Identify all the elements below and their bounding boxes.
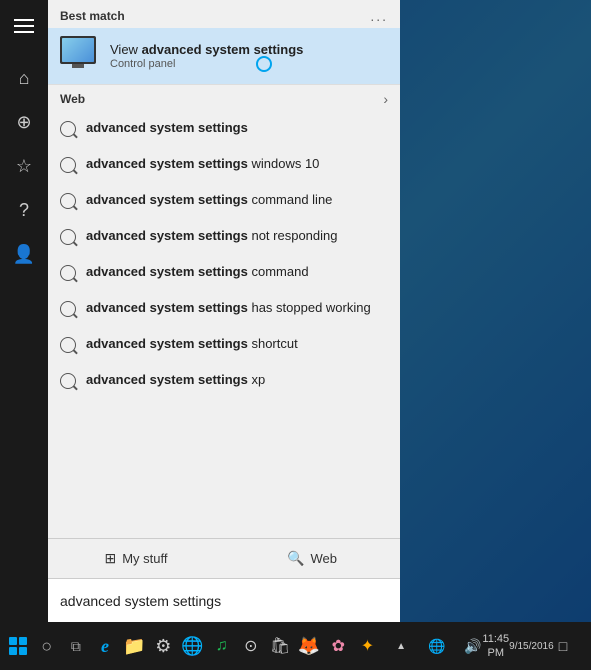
start-button[interactable] bbox=[4, 626, 31, 666]
web-tab-label: Web bbox=[310, 551, 337, 566]
search-result-icon bbox=[60, 229, 76, 245]
sidebar-person-icon[interactable]: 👤 bbox=[6, 236, 42, 272]
list-item[interactable]: advanced system settings command bbox=[48, 257, 400, 293]
taskbar-taskview-button[interactable]: ⧉ bbox=[62, 626, 89, 666]
result-text: advanced system settings bbox=[86, 119, 248, 137]
store-taskbar-icon[interactable]: 🛍 bbox=[266, 626, 293, 666]
result-text: advanced system settings shortcut bbox=[86, 335, 298, 353]
web-section-header[interactable]: Web › bbox=[48, 84, 400, 113]
system-tray: ▲ 🌐 🔊 11:45 PM 9/15/2016 □ bbox=[385, 626, 587, 666]
edge-taskbar-icon[interactable]: e bbox=[91, 626, 118, 666]
search-result-icon bbox=[60, 265, 76, 281]
best-match-subtitle: Control panel bbox=[110, 58, 388, 70]
best-match-title: Best match bbox=[60, 9, 125, 23]
mystuff-label: My stuff bbox=[122, 551, 167, 566]
sidebar-home-icon[interactable]: ⌂ bbox=[6, 60, 42, 96]
mystuff-tab[interactable]: ⊞ My stuff bbox=[48, 539, 224, 578]
best-match-options-button[interactable]: ... bbox=[370, 8, 388, 24]
search-input[interactable] bbox=[60, 593, 388, 609]
web-search-icon: 🔍 bbox=[287, 550, 304, 567]
search-result-icon bbox=[60, 193, 76, 209]
taskbar: ○ ⧉ e 📁 ⚙ 🌐 ♫ ⊙ 🛍 🦊 ✿ ✦ ▲ 🌐 🔊 11:45 PM 9… bbox=[0, 622, 591, 670]
web-section-title: Web bbox=[60, 92, 85, 106]
search-input-bar bbox=[48, 578, 400, 622]
web-section-arrow: › bbox=[383, 91, 388, 107]
result-text: advanced system settings has stopped wor… bbox=[86, 299, 371, 317]
firefox-taskbar-icon[interactable]: 🦊 bbox=[296, 626, 323, 666]
extra-taskbar-icon[interactable]: ✿ bbox=[325, 626, 352, 666]
search-panel: Best match ... View advanced system sett… bbox=[48, 0, 400, 622]
result-text: advanced system settings not responding bbox=[86, 227, 337, 245]
explorer-taskbar-icon[interactable]: 📁 bbox=[121, 626, 148, 666]
result-text: advanced system settings windows 10 bbox=[86, 155, 319, 173]
result-text: advanced system settings command line bbox=[86, 191, 332, 209]
list-item[interactable]: advanced system settings not responding bbox=[48, 221, 400, 257]
best-match-result[interactable]: View advanced system settings Control pa… bbox=[48, 28, 400, 84]
result-text: advanced system settings xp bbox=[86, 371, 265, 389]
best-match-pre: View bbox=[110, 42, 142, 57]
result-text: advanced system settings command bbox=[86, 263, 309, 281]
list-item[interactable]: advanced system settings has stopped wor… bbox=[48, 293, 400, 329]
best-match-label: View advanced system settings bbox=[110, 42, 388, 59]
media-taskbar-icon[interactable]: ⊙ bbox=[237, 626, 264, 666]
mouse-cursor bbox=[256, 56, 272, 72]
list-item[interactable]: advanced system settings bbox=[48, 113, 400, 149]
search-results-list: advanced system settings advanced system… bbox=[48, 113, 400, 538]
search-result-icon bbox=[60, 337, 76, 353]
search-result-icon bbox=[60, 157, 76, 173]
best-match-bold: advanced system settings bbox=[142, 42, 304, 57]
tray-clock[interactable]: 11:45 PM 9/15/2016 bbox=[493, 626, 543, 666]
tray-network-icon[interactable]: 🌐 bbox=[421, 626, 453, 666]
list-item[interactable]: advanced system settings command line bbox=[48, 185, 400, 221]
chrome-taskbar-icon[interactable]: 🌐 bbox=[179, 626, 206, 666]
spotify-taskbar-icon[interactable]: ♫ bbox=[208, 626, 235, 666]
sidebar-cortana-icon[interactable]: ☆ bbox=[6, 148, 42, 184]
extra2-taskbar-icon[interactable]: ✦ bbox=[354, 626, 381, 666]
desktop: ⌂ ⊕ ☆ ? 👤 Best match ... View advanced s… bbox=[0, 0, 591, 670]
best-match-text: View advanced system settings Control pa… bbox=[110, 42, 388, 71]
tray-up-icon[interactable]: ▲ bbox=[385, 626, 417, 666]
list-item[interactable]: advanced system settings xp bbox=[48, 365, 400, 401]
sidebar-search-icon[interactable]: ⊕ bbox=[6, 104, 42, 140]
control-panel-icon bbox=[60, 36, 100, 76]
windows-logo-icon bbox=[9, 637, 27, 655]
search-result-icon bbox=[60, 373, 76, 389]
list-item[interactable]: advanced system settings shortcut bbox=[48, 329, 400, 365]
search-result-icon bbox=[60, 301, 76, 317]
web-tab[interactable]: 🔍 Web bbox=[224, 539, 400, 578]
settings-taskbar-icon[interactable]: ⚙ bbox=[150, 626, 177, 666]
taskbar-search-button[interactable]: ○ bbox=[33, 626, 60, 666]
sidebar: ⌂ ⊕ ☆ ? 👤 bbox=[0, 0, 48, 622]
bottom-tabs: ⊞ My stuff 🔍 Web bbox=[48, 538, 400, 578]
mystuff-win-icon: ⊞ bbox=[104, 550, 116, 567]
hamburger-button[interactable] bbox=[6, 8, 42, 44]
tray-action-center[interactable]: □ bbox=[547, 626, 579, 666]
sidebar-question-icon[interactable]: ? bbox=[6, 192, 42, 228]
best-match-header: Best match ... bbox=[48, 0, 400, 28]
list-item[interactable]: advanced system settings windows 10 bbox=[48, 149, 400, 185]
search-result-icon bbox=[60, 121, 76, 137]
